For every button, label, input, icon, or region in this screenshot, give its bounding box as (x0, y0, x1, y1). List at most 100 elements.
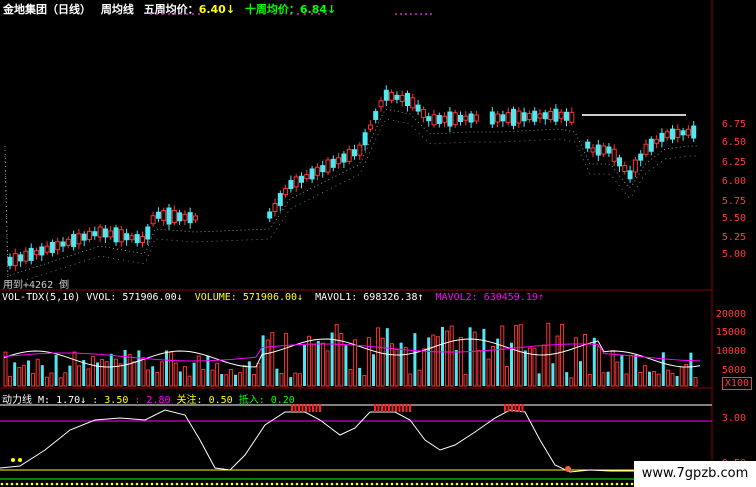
candle-body (685, 128, 691, 136)
baseline-dot (5, 482, 9, 486)
volAxis-tick: 10000 (715, 346, 746, 357)
volume-bar (689, 352, 693, 386)
volume-bar (17, 367, 22, 387)
candle-body (76, 233, 82, 245)
volume-bar (132, 361, 137, 387)
baseline-dot (100, 482, 104, 486)
volume-bar (100, 358, 105, 387)
baseline-dot (450, 482, 454, 486)
candle-body (389, 91, 395, 101)
stock-chart[interactable] (0, 0, 756, 487)
volume-bar (449, 325, 454, 387)
baseline-dot (110, 482, 114, 486)
volume-bar (353, 339, 358, 387)
volume-bar (242, 365, 247, 387)
baseline-dot (310, 482, 314, 486)
volume-bar (587, 373, 592, 387)
candle-body (463, 115, 469, 121)
baseline-dot (380, 482, 384, 486)
marker-dot (18, 458, 22, 462)
volume-bar (311, 343, 316, 387)
candle-body (166, 207, 172, 225)
candle-body (352, 149, 357, 157)
baseline-dot (375, 482, 379, 486)
candle-body (399, 94, 405, 102)
candle-body (378, 100, 384, 108)
baseline-dot (605, 482, 609, 486)
volume-bar (21, 364, 26, 387)
candle-body (23, 250, 29, 262)
volume-bar (372, 354, 375, 386)
candle-body (7, 256, 13, 266)
baseline-dot (410, 482, 414, 486)
priceAxis-tick: 5.50 (721, 213, 746, 224)
candle-body (648, 138, 654, 152)
osc-a: : 3.50 (92, 395, 129, 406)
candle-body (49, 241, 55, 253)
volume-bar (210, 369, 215, 387)
volAxis-tick: 20000 (715, 309, 746, 320)
baseline-dot (395, 482, 399, 486)
candle-body (585, 141, 591, 149)
volume-bar (376, 327, 381, 387)
baseline-dot (230, 482, 234, 486)
volume-bar (261, 335, 265, 386)
osc-enter: 抵入: 0.20 (238, 395, 295, 406)
candle-body (495, 113, 501, 123)
baseline-dot (170, 482, 174, 486)
volume-bar (362, 375, 367, 387)
baseline-dot (75, 482, 79, 486)
candle-body (12, 253, 18, 267)
baseline-dot (55, 482, 59, 486)
baseline-dot (435, 482, 439, 486)
volume-bar (256, 362, 261, 387)
volume-bar (169, 351, 174, 387)
vol-name: VOL-TDX(5,10) (2, 292, 81, 303)
baseline-dot (95, 482, 99, 486)
candle-body (304, 174, 310, 180)
baseline-dot (200, 482, 204, 486)
candle-body (193, 215, 198, 221)
candle-body (288, 180, 294, 190)
volume-bar (123, 350, 127, 386)
baseline-dot (140, 482, 144, 486)
candle-body (28, 247, 34, 261)
volume-bar (670, 372, 675, 387)
candle-body (458, 114, 463, 122)
volume-bar (601, 372, 606, 387)
baseline-dot (160, 482, 164, 486)
volume-bar (44, 376, 49, 387)
priceAxis-tick: 6.00 (721, 176, 746, 187)
baseline-dot (10, 482, 14, 486)
volume-bar (201, 368, 206, 387)
baseline-dot (165, 482, 169, 486)
volume-bar (458, 337, 463, 387)
candle-body (611, 148, 617, 162)
volume-bar (86, 368, 91, 387)
volume-bar (109, 353, 113, 386)
candle-body (87, 230, 92, 240)
osc-focus: 关注: 0.50 (176, 395, 233, 406)
baseline-dot (45, 482, 49, 486)
baseline-dot (80, 482, 84, 486)
baseline-dot (335, 482, 339, 486)
volume-bar (58, 377, 63, 387)
volume-bar (615, 361, 620, 387)
priceAxis-tick: 5.25 (721, 232, 746, 243)
baseline-dot (420, 482, 424, 486)
mavol1-value: MAVOL1: 698326.38↑ (315, 292, 424, 303)
volume-bar (656, 373, 661, 387)
mavol2-value: MAVOL2: 630459.19↑ (435, 292, 544, 303)
candle-body (511, 108, 516, 126)
candle-body (415, 104, 421, 112)
volume-bar (417, 369, 422, 387)
baseline-dot (180, 482, 184, 486)
candle-body (341, 153, 347, 163)
volume-bar (642, 365, 647, 387)
baseline-dot (370, 482, 374, 486)
volume-bar (316, 341, 320, 386)
baseline-dot (350, 482, 354, 486)
volume-bar (454, 349, 458, 386)
candle-body (39, 246, 45, 256)
price-note: 用到+4262 倒 (3, 280, 70, 291)
